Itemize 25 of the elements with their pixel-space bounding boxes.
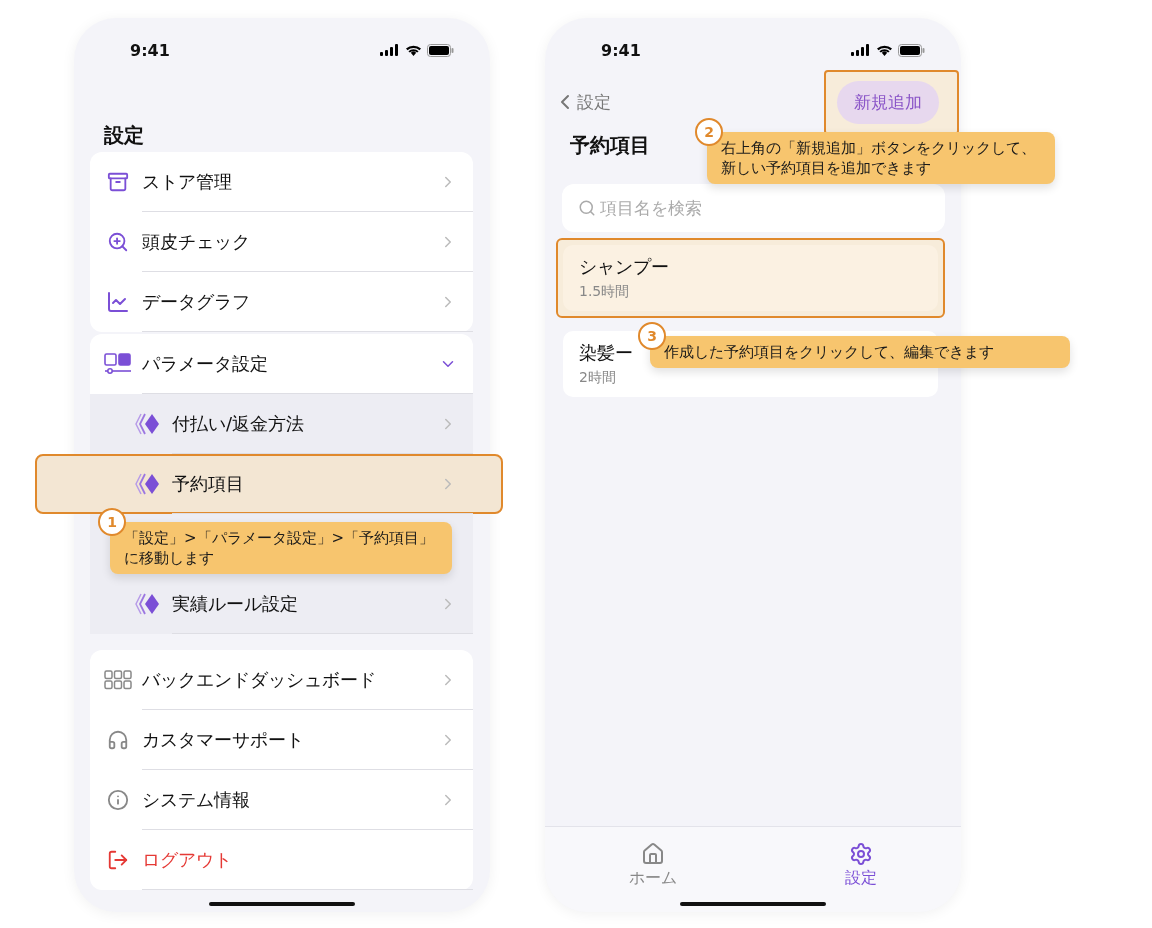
row-label: システム情報 — [142, 788, 251, 812]
status-time: 9:41 — [601, 40, 641, 60]
row-label: ログアウト — [142, 848, 233, 872]
row-label: 付払い/返金方法 — [172, 412, 306, 436]
row-label: データグラフ — [142, 290, 251, 314]
screen-title: 設定 — [104, 122, 144, 149]
row-label: カスタマーサポート — [142, 728, 305, 752]
row-label: バックエンドダッシュボード — [142, 668, 377, 692]
row-label: 実績ルール設定 — [172, 592, 299, 616]
callout-text: 「設定」>「パラメータ設定」>「予約項目」に移動します — [124, 529, 435, 567]
row-label: ストア管理 — [142, 170, 233, 194]
step-number: 3 — [638, 322, 666, 350]
step-number: 1 — [98, 508, 126, 536]
item-duration: 2時間 — [579, 369, 616, 387]
row-label: 頭皮チェック — [142, 230, 251, 254]
item-name: シャンプー — [579, 255, 669, 279]
item-name: 染髪ー — [579, 341, 633, 365]
step-number: 2 — [695, 118, 723, 146]
callout-text: 作成した予約項目をクリックして、編集できます — [664, 343, 994, 361]
status-time: 9:41 — [130, 40, 170, 60]
screen-title: 予約項目 — [570, 132, 650, 159]
callout-text: 右上角の「新規追加」ボタンをクリックして、新しい予約項目を追加できます — [721, 139, 1036, 177]
item-duration: 1.5時間 — [579, 283, 630, 301]
row-label: 予約項目 — [172, 472, 245, 496]
row-label: パラメータ設定 — [142, 352, 269, 376]
